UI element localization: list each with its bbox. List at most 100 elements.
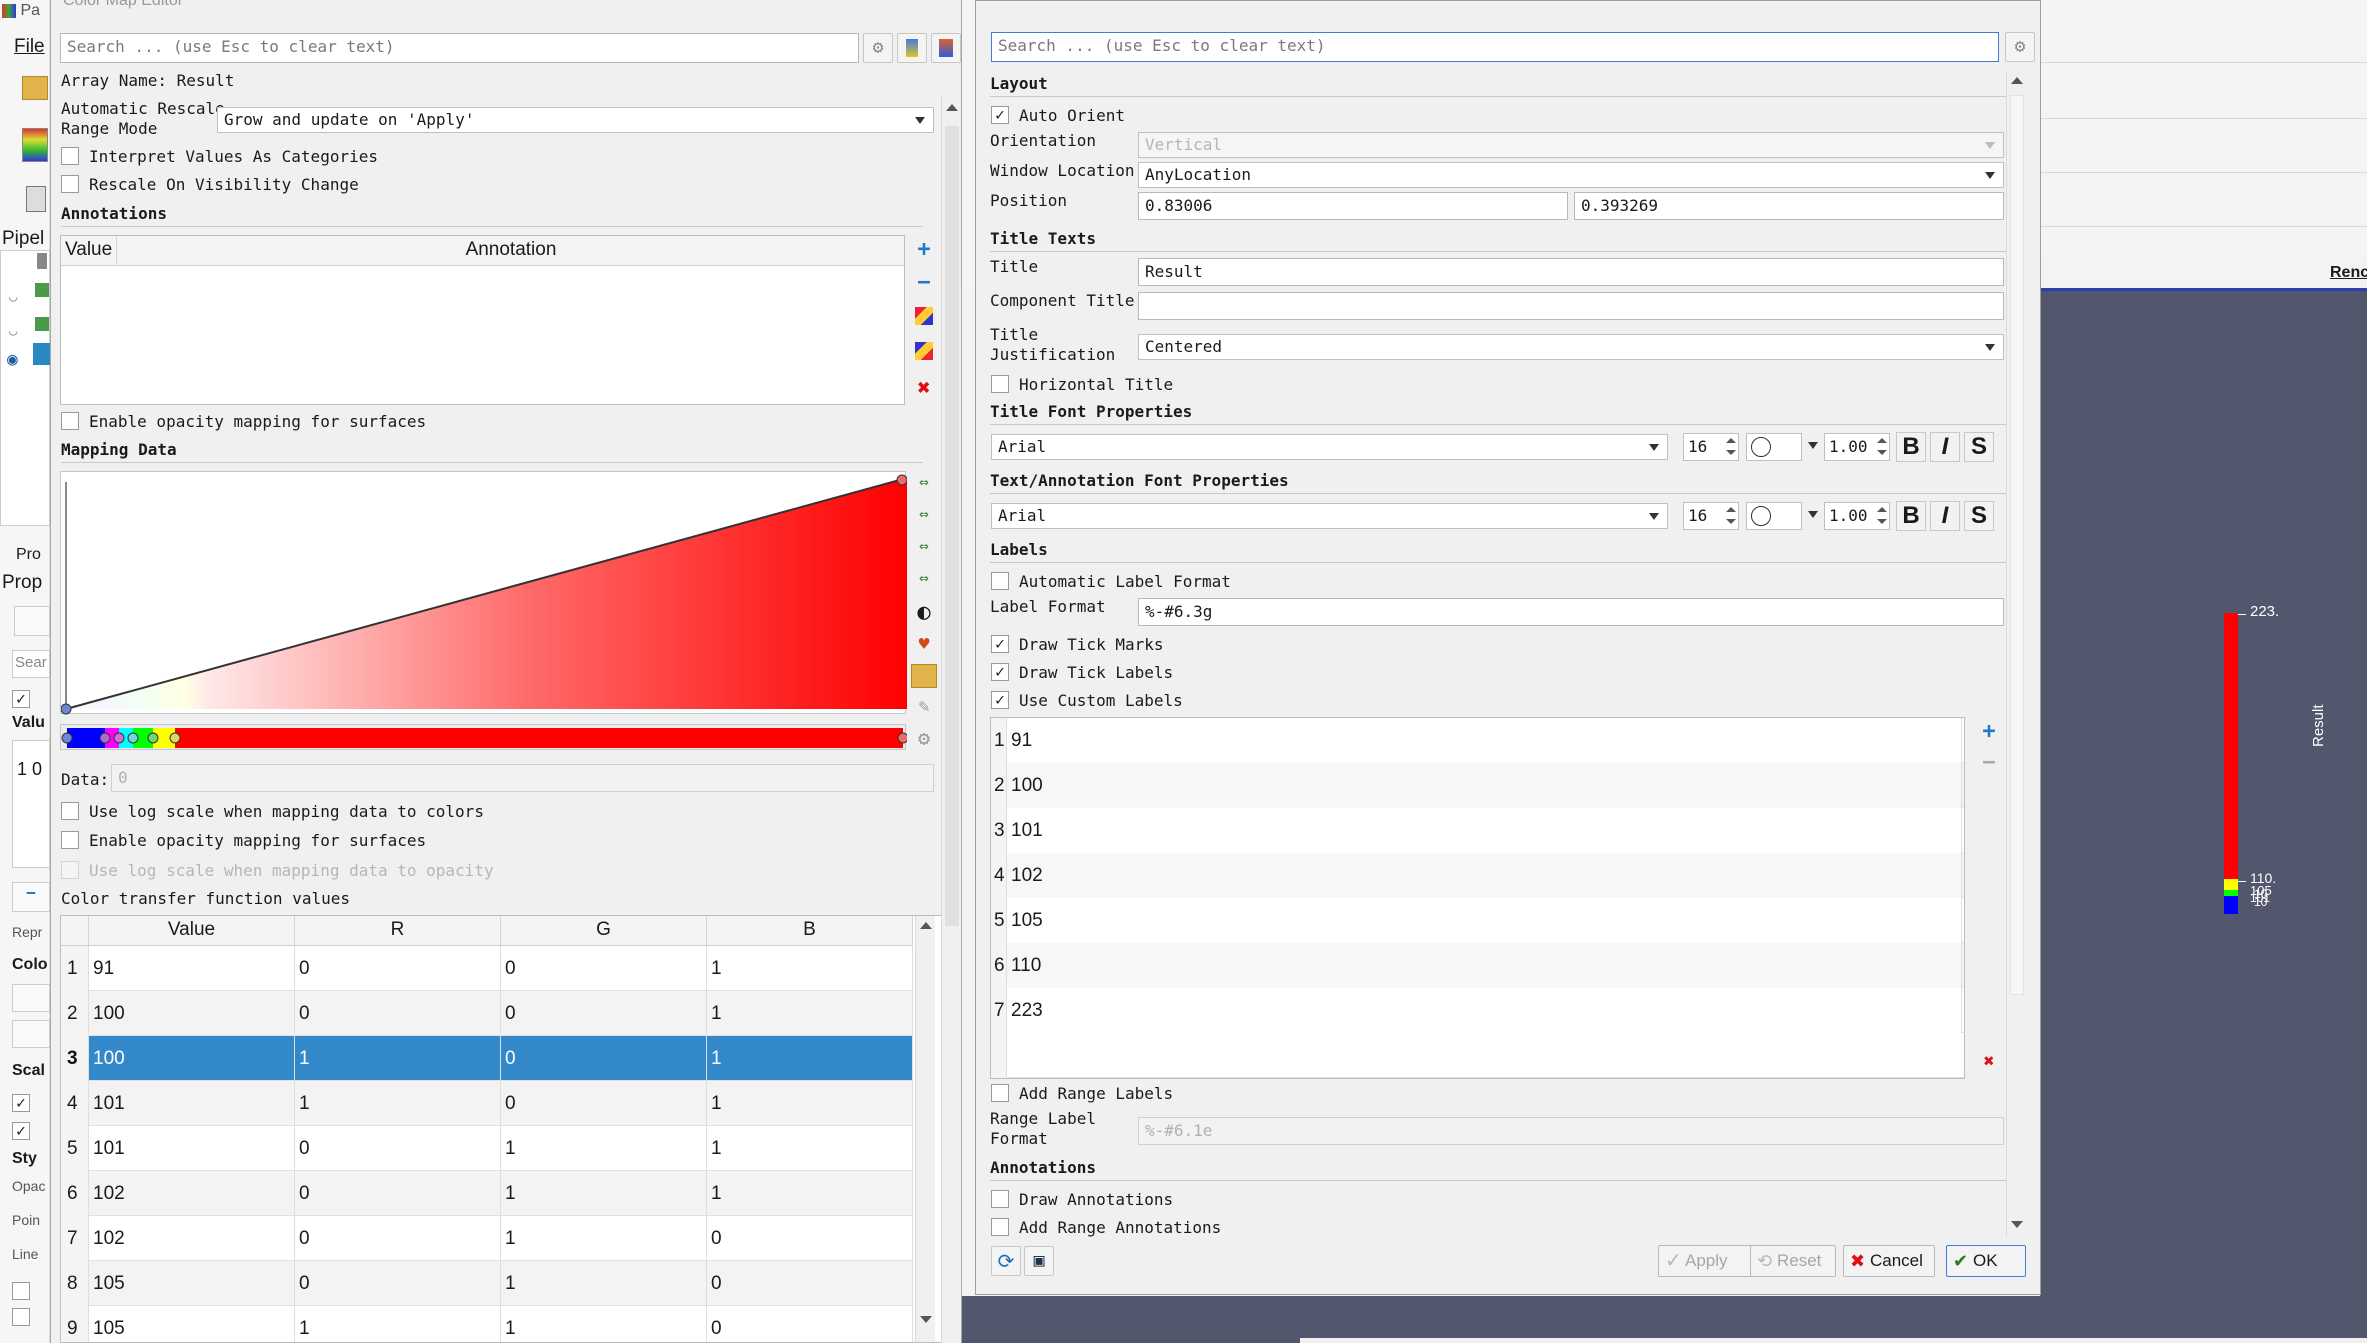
text-italic-button[interactable]: I — [1930, 501, 1960, 531]
custom-label-row[interactable]: 4 102 — [991, 853, 1964, 898]
ctf-cell-v[interactable]: 101 — [89, 1081, 295, 1126]
ctf-table-row[interactable]: 2 100 0 0 1 — [61, 991, 913, 1036]
auto-label-format-checkbox[interactable] — [991, 572, 1009, 590]
ctf-cell-g[interactable]: 0 — [501, 1036, 707, 1081]
component-title-input[interactable] — [1138, 292, 2004, 320]
ctf-cell-r[interactable]: 0 — [295, 1126, 501, 1171]
scroll-up-arrow[interactable] — [920, 922, 932, 929]
range-label-format-input[interactable]: %-#6.1e — [1138, 1117, 2004, 1145]
custom-label-value[interactable]: 223 — [1007, 988, 1962, 1033]
ctf-cell-v[interactable]: 101 — [89, 1126, 295, 1171]
properties-tab[interactable]: Pro — [16, 546, 41, 564]
render-view-tab[interactable]: Renc — [2330, 264, 2367, 282]
scrollbar-thumb[interactable] — [2010, 95, 2024, 995]
ctf-table-row[interactable]: 9 105 1 1 0 — [61, 1306, 913, 1342]
color-function-editor[interactable] — [60, 724, 907, 750]
eye-visible-icon[interactable]: ◉ — [7, 349, 18, 370]
rescale-visible-range-icon[interactable]: ⇔ — [911, 568, 937, 592]
ctf-scrollbar[interactable] — [915, 916, 935, 1342]
custom-label-row[interactable]: 6 110 — [991, 943, 1964, 988]
window-location-combo[interactable]: AnyLocation — [1138, 162, 2004, 188]
position-x-input[interactable]: 0.83006 — [1138, 192, 1568, 220]
ctf-cell-v[interactable]: 102 — [89, 1171, 295, 1216]
title-input[interactable]: Result — [1138, 258, 2004, 286]
text-font-size-spinbox[interactable]: 16 — [1683, 502, 1739, 530]
enable-opacity-surfaces-2-checkbox[interactable] — [61, 831, 79, 849]
apply-stub-button[interactable] — [14, 606, 50, 636]
position-y-input[interactable]: 0.393269 — [1574, 192, 2004, 220]
ctf-cell-r[interactable]: 1 — [295, 1081, 501, 1126]
ctf-cell-r[interactable]: 1 — [295, 1306, 501, 1342]
color-preset-icon[interactable] — [897, 33, 927, 63]
text-font-family-combo[interactable]: Arial — [991, 503, 1668, 529]
gear-icon[interactable]: ⚙ — [2005, 32, 2035, 62]
ctf-cell-v[interactable]: 91 — [89, 946, 295, 991]
scroll-up-arrow[interactable] — [2011, 77, 2023, 84]
render-view[interactable]: 223. 110. 105 10 101 10 Result — [2040, 288, 2367, 1343]
ctf-cell-g[interactable]: 0 — [501, 946, 707, 991]
ctf-cell-g[interactable]: 1 — [501, 1216, 707, 1261]
rescale-data-range-icon[interactable]: ⇔ — [911, 536, 937, 560]
title-font-color-dropdown[interactable] — [1804, 433, 1820, 461]
save-defaults-icon[interactable]: ▣ — [1024, 1246, 1054, 1276]
title-justification-combo[interactable]: Centered — [1138, 334, 2004, 360]
properties-search-input[interactable]: Sear — [12, 650, 50, 678]
custom-label-value[interactable]: 91 — [1007, 718, 1962, 763]
annotations-col-annotation[interactable]: Annotation — [117, 236, 904, 266]
remove-stub-button[interactable]: − — [12, 882, 50, 912]
label-format-input[interactable]: %-#6.3g — [1138, 598, 2004, 626]
scroll-up-arrow[interactable] — [946, 104, 958, 111]
add-label-icon[interactable]: + — [1974, 717, 2004, 747]
text-font-color-dropdown[interactable] — [1804, 502, 1820, 530]
custom-label-row[interactable]: 1 91 — [991, 718, 1964, 763]
ctf-cell-b[interactable]: 0 — [707, 1306, 913, 1342]
ctf-cell-g[interactable]: 0 — [501, 991, 707, 1036]
ctf-table-row[interactable]: 8 105 0 1 0 — [61, 1261, 913, 1306]
scrollbar-thumb[interactable] — [945, 126, 959, 926]
open-folder-icon[interactable] — [22, 76, 48, 100]
scalar-checkbox-1[interactable]: ✓ — [12, 1094, 30, 1112]
legend-dialog-scrollbar[interactable] — [2006, 71, 2026, 1237]
enable-opacity-surfaces-checkbox[interactable] — [61, 412, 79, 430]
save-preset-icon[interactable] — [931, 33, 961, 63]
title-font-size-spinbox[interactable]: 16 — [1683, 433, 1739, 461]
ctf-cell-b[interactable]: 1 — [707, 946, 913, 991]
opacity-function-editor[interactable] — [60, 471, 907, 715]
add-icon[interactable]: + — [909, 235, 939, 265]
menu-file[interactable]: File — [14, 36, 45, 58]
custom-label-row[interactable]: 5 105 — [991, 898, 1964, 943]
edit-advanced-icon[interactable]: ✎ — [911, 696, 937, 720]
add-visible-values-icon[interactable] — [915, 342, 933, 360]
ok-button[interactable]: ✔ OK — [1946, 1245, 2026, 1277]
draw-tick-labels-checkbox[interactable]: ✓ — [991, 663, 1009, 681]
legend-search-input[interactable]: Search ... (use Esc to clear text) — [991, 32, 1999, 62]
choose-preset-icon[interactable]: ♥ — [911, 634, 937, 658]
horizontal-title-checkbox[interactable] — [991, 375, 1009, 393]
save-preset-folder-icon[interactable] — [911, 664, 937, 688]
pipeline-browser[interactable]: ◡ ◡ ◉ — [0, 250, 51, 526]
invert-colormap-icon[interactable]: ◐ — [911, 600, 937, 626]
annotations-table[interactable]: Value Annotation — [60, 235, 905, 405]
add-active-values-icon[interactable] — [915, 307, 933, 325]
refresh-icon[interactable]: ⟳ — [991, 1246, 1021, 1276]
styling-checkbox[interactable] — [12, 1308, 30, 1326]
custom-label-value[interactable]: 102 — [1007, 853, 1962, 898]
scalar-checkbox-2[interactable]: ✓ — [12, 1122, 30, 1140]
title-font-color-button[interactable] — [1746, 433, 1802, 461]
styling-checkbox[interactable] — [12, 1282, 30, 1300]
ctf-cell-r[interactable]: 0 — [295, 1261, 501, 1306]
ctf-col-r[interactable]: R — [295, 916, 501, 946]
title-italic-button[interactable]: I — [1930, 432, 1960, 462]
draw-tick-marks-checkbox[interactable]: ✓ — [991, 635, 1009, 653]
log-scale-opacity-checkbox[interactable] — [61, 861, 79, 879]
ctf-cell-b[interactable]: 1 — [707, 1171, 913, 1216]
ctf-cell-b[interactable]: 1 — [707, 1036, 913, 1081]
ctf-table-row[interactable]: 3 100 1 0 1 — [61, 1036, 913, 1081]
coloring-button-stub[interactable] — [12, 1020, 50, 1048]
ctf-cell-b[interactable]: 1 — [707, 1126, 913, 1171]
settings-gear-icon[interactable]: ⚙ — [911, 726, 937, 752]
ctf-table-row[interactable]: 1 91 0 0 1 — [61, 946, 913, 991]
eye-hidden-icon[interactable]: ◡ — [9, 323, 17, 339]
delete-icon[interactable]: ✖ — [909, 374, 939, 404]
custom-label-value[interactable]: 101 — [1007, 808, 1962, 853]
